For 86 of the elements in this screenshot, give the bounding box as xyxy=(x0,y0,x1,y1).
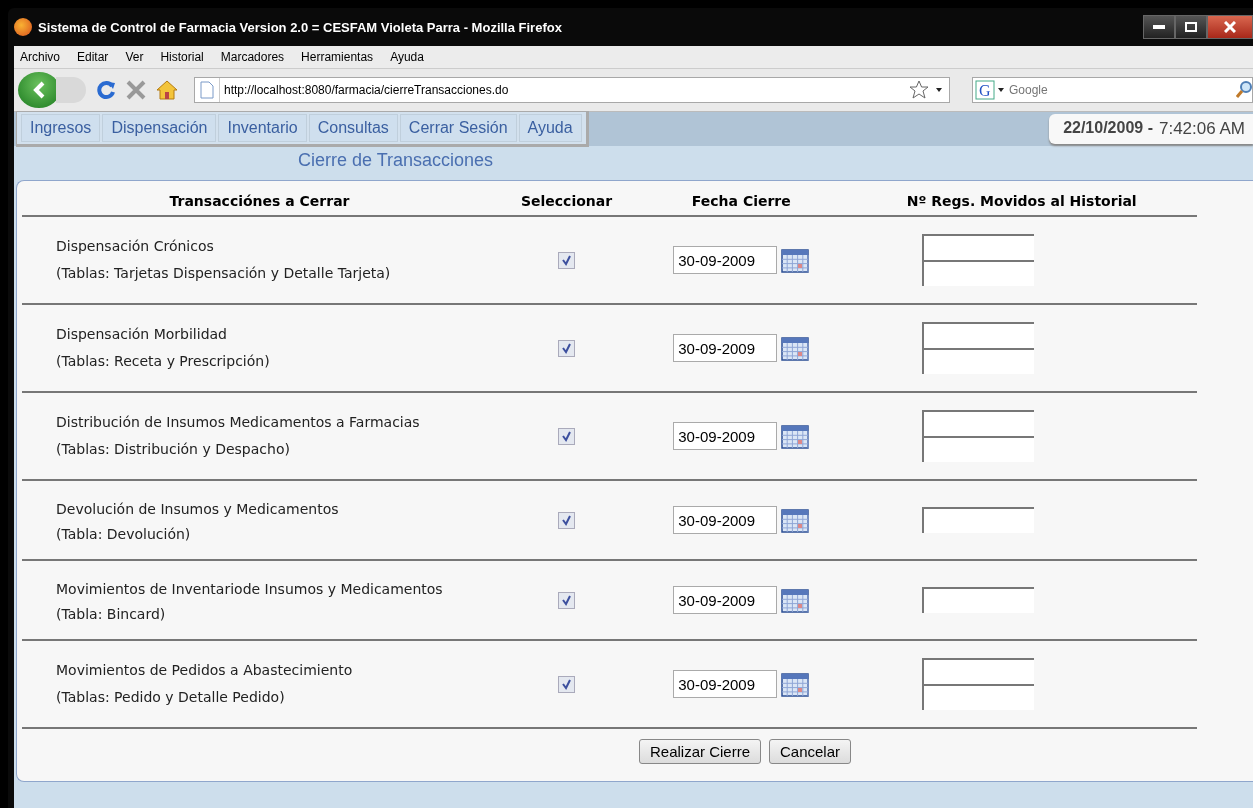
records-field[interactable] xyxy=(922,436,1035,462)
transaction-tables: (Tablas: Receta y Prescripción) xyxy=(56,348,496,375)
column-header: Seleccionar xyxy=(520,193,613,209)
checkmark-icon xyxy=(561,594,573,606)
minimize-button[interactable] xyxy=(1143,15,1175,39)
calendar-icon[interactable] xyxy=(781,587,810,613)
date-field[interactable]: 30-09-2009 xyxy=(673,334,778,362)
column-header: Transacciónes a Cerrar xyxy=(169,193,350,209)
firefox-icon xyxy=(14,18,32,36)
calendar-icon[interactable] xyxy=(781,335,810,361)
checkmark-icon xyxy=(561,514,573,526)
records-field[interactable] xyxy=(922,348,1035,374)
close-button[interactable] xyxy=(1207,15,1253,39)
calendar-icon[interactable] xyxy=(781,507,810,533)
menu-item[interactable]: Marcadores xyxy=(220,50,285,64)
records-field[interactable] xyxy=(922,507,1035,533)
nav-tab[interactable]: Consultas xyxy=(308,114,398,142)
transaction-name: Dispensación Morbilidad xyxy=(56,325,228,344)
clock-time: 7:42:06 AM xyxy=(1159,119,1245,139)
reload-icon[interactable] xyxy=(96,80,116,100)
date-field[interactable]: 30-09-2009 xyxy=(673,422,778,450)
checkmark-icon xyxy=(561,254,573,266)
records-field[interactable] xyxy=(922,260,1035,286)
nav-tab[interactable]: Dispensación xyxy=(102,114,217,142)
date-field[interactable]: 30-09-2009 xyxy=(673,586,778,614)
maximize-button[interactable] xyxy=(1175,15,1207,39)
close-icon xyxy=(1224,21,1236,33)
nav-tab[interactable]: Ingresos xyxy=(21,114,101,142)
search-icon[interactable] xyxy=(1236,81,1252,99)
star-icon[interactable] xyxy=(909,80,929,100)
select-checkbox[interactable] xyxy=(558,251,576,269)
nav-tab[interactable]: Inventario xyxy=(218,114,307,142)
calendar-icon[interactable] xyxy=(781,423,810,449)
transaction-name: Devolución de Insumos y Medicamentos xyxy=(56,499,340,519)
transaction-tables: (Tabla: Devolución) xyxy=(56,522,496,545)
select-checkbox[interactable] xyxy=(558,675,576,693)
transaction-name: Movimientos de Pedidos a Abastecimiento xyxy=(56,661,354,680)
select-checkbox[interactable] xyxy=(558,339,576,357)
menu-item[interactable]: Editar xyxy=(77,50,109,64)
transaction-tables: (Tablas: Tarjetas Dispensación y Detalle Tarjeta) xyxy=(56,260,496,287)
action-button[interactable]: Cancelar xyxy=(769,739,852,764)
transaction-name: Distribución de Insumos Medicamentos a Farmacias xyxy=(56,413,421,432)
search-engine-letter: G xyxy=(979,82,991,99)
menu-item[interactable]: Ver xyxy=(125,50,144,64)
stop-icon[interactable] xyxy=(126,80,146,100)
checkmark-icon xyxy=(561,430,573,442)
address-bar[interactable]: http://localhost:8080/farmacia/cierreTransacciones.do xyxy=(194,77,950,103)
select-checkbox[interactable] xyxy=(558,427,576,445)
nav-tab[interactable]: Ayuda xyxy=(518,114,582,142)
select-checkbox[interactable] xyxy=(558,511,576,529)
transaction-tables: (Tabla: Bincard) xyxy=(56,602,496,625)
transaction-tables: (Tablas: Distribución y Despacho) xyxy=(56,436,496,463)
select-checkbox[interactable] xyxy=(558,591,576,609)
home-icon[interactable] xyxy=(156,80,178,100)
column-header: Nº Regs. Movidos al Historial xyxy=(906,193,1137,209)
records-field[interactable] xyxy=(922,587,1035,613)
menu-item[interactable]: Ayuda xyxy=(390,50,424,64)
date-field[interactable]: 30-09-2009 xyxy=(673,506,778,534)
checkmark-icon xyxy=(561,678,573,690)
menu-item[interactable]: Historial xyxy=(160,50,204,64)
page-icon xyxy=(200,81,214,99)
records-field[interactable] xyxy=(922,410,1035,436)
checkmark-icon xyxy=(561,342,573,354)
transaction-tables: (Tablas: Pedido y Detalle Pedido) xyxy=(56,684,496,711)
calendar-icon[interactable] xyxy=(781,671,810,697)
menu-item[interactable]: Archivo xyxy=(20,50,60,64)
clock-date: 22/10/2009 - xyxy=(1063,119,1153,138)
records-field[interactable] xyxy=(922,658,1035,684)
records-field[interactable] xyxy=(922,684,1035,710)
records-field[interactable] xyxy=(922,322,1035,348)
page-title: Cierre de Transacciones xyxy=(298,150,494,170)
search-field[interactable]: G Google xyxy=(972,77,1253,103)
date-field[interactable]: 30-09-2009 xyxy=(673,246,778,274)
menu-item[interactable]: Herramientas xyxy=(301,50,374,64)
transaction-name: Movimientos de Inventariode Insumos y Medicamentos xyxy=(56,579,444,599)
window-title: Sistema de Control de Farmacia Version 2.0 = CESFAM Violeta Parra - Mozilla Firefox xyxy=(38,19,563,35)
calendar-icon[interactable] xyxy=(781,247,810,273)
records-field[interactable] xyxy=(922,234,1035,260)
url-field[interactable]: http://localhost:8080/farmacia/cierreTransacciones.do xyxy=(220,83,909,97)
transaction-name: Dispensación Crónicos xyxy=(56,237,215,256)
action-button[interactable]: Realizar Cierre xyxy=(638,739,761,764)
maximize-icon xyxy=(1185,22,1197,32)
minimize-icon xyxy=(1153,25,1165,29)
nav-tab[interactable]: Cerrar Sesión xyxy=(399,114,517,142)
date-field[interactable]: 30-09-2009 xyxy=(673,670,778,698)
column-header: Fecha Cierre xyxy=(691,193,791,209)
